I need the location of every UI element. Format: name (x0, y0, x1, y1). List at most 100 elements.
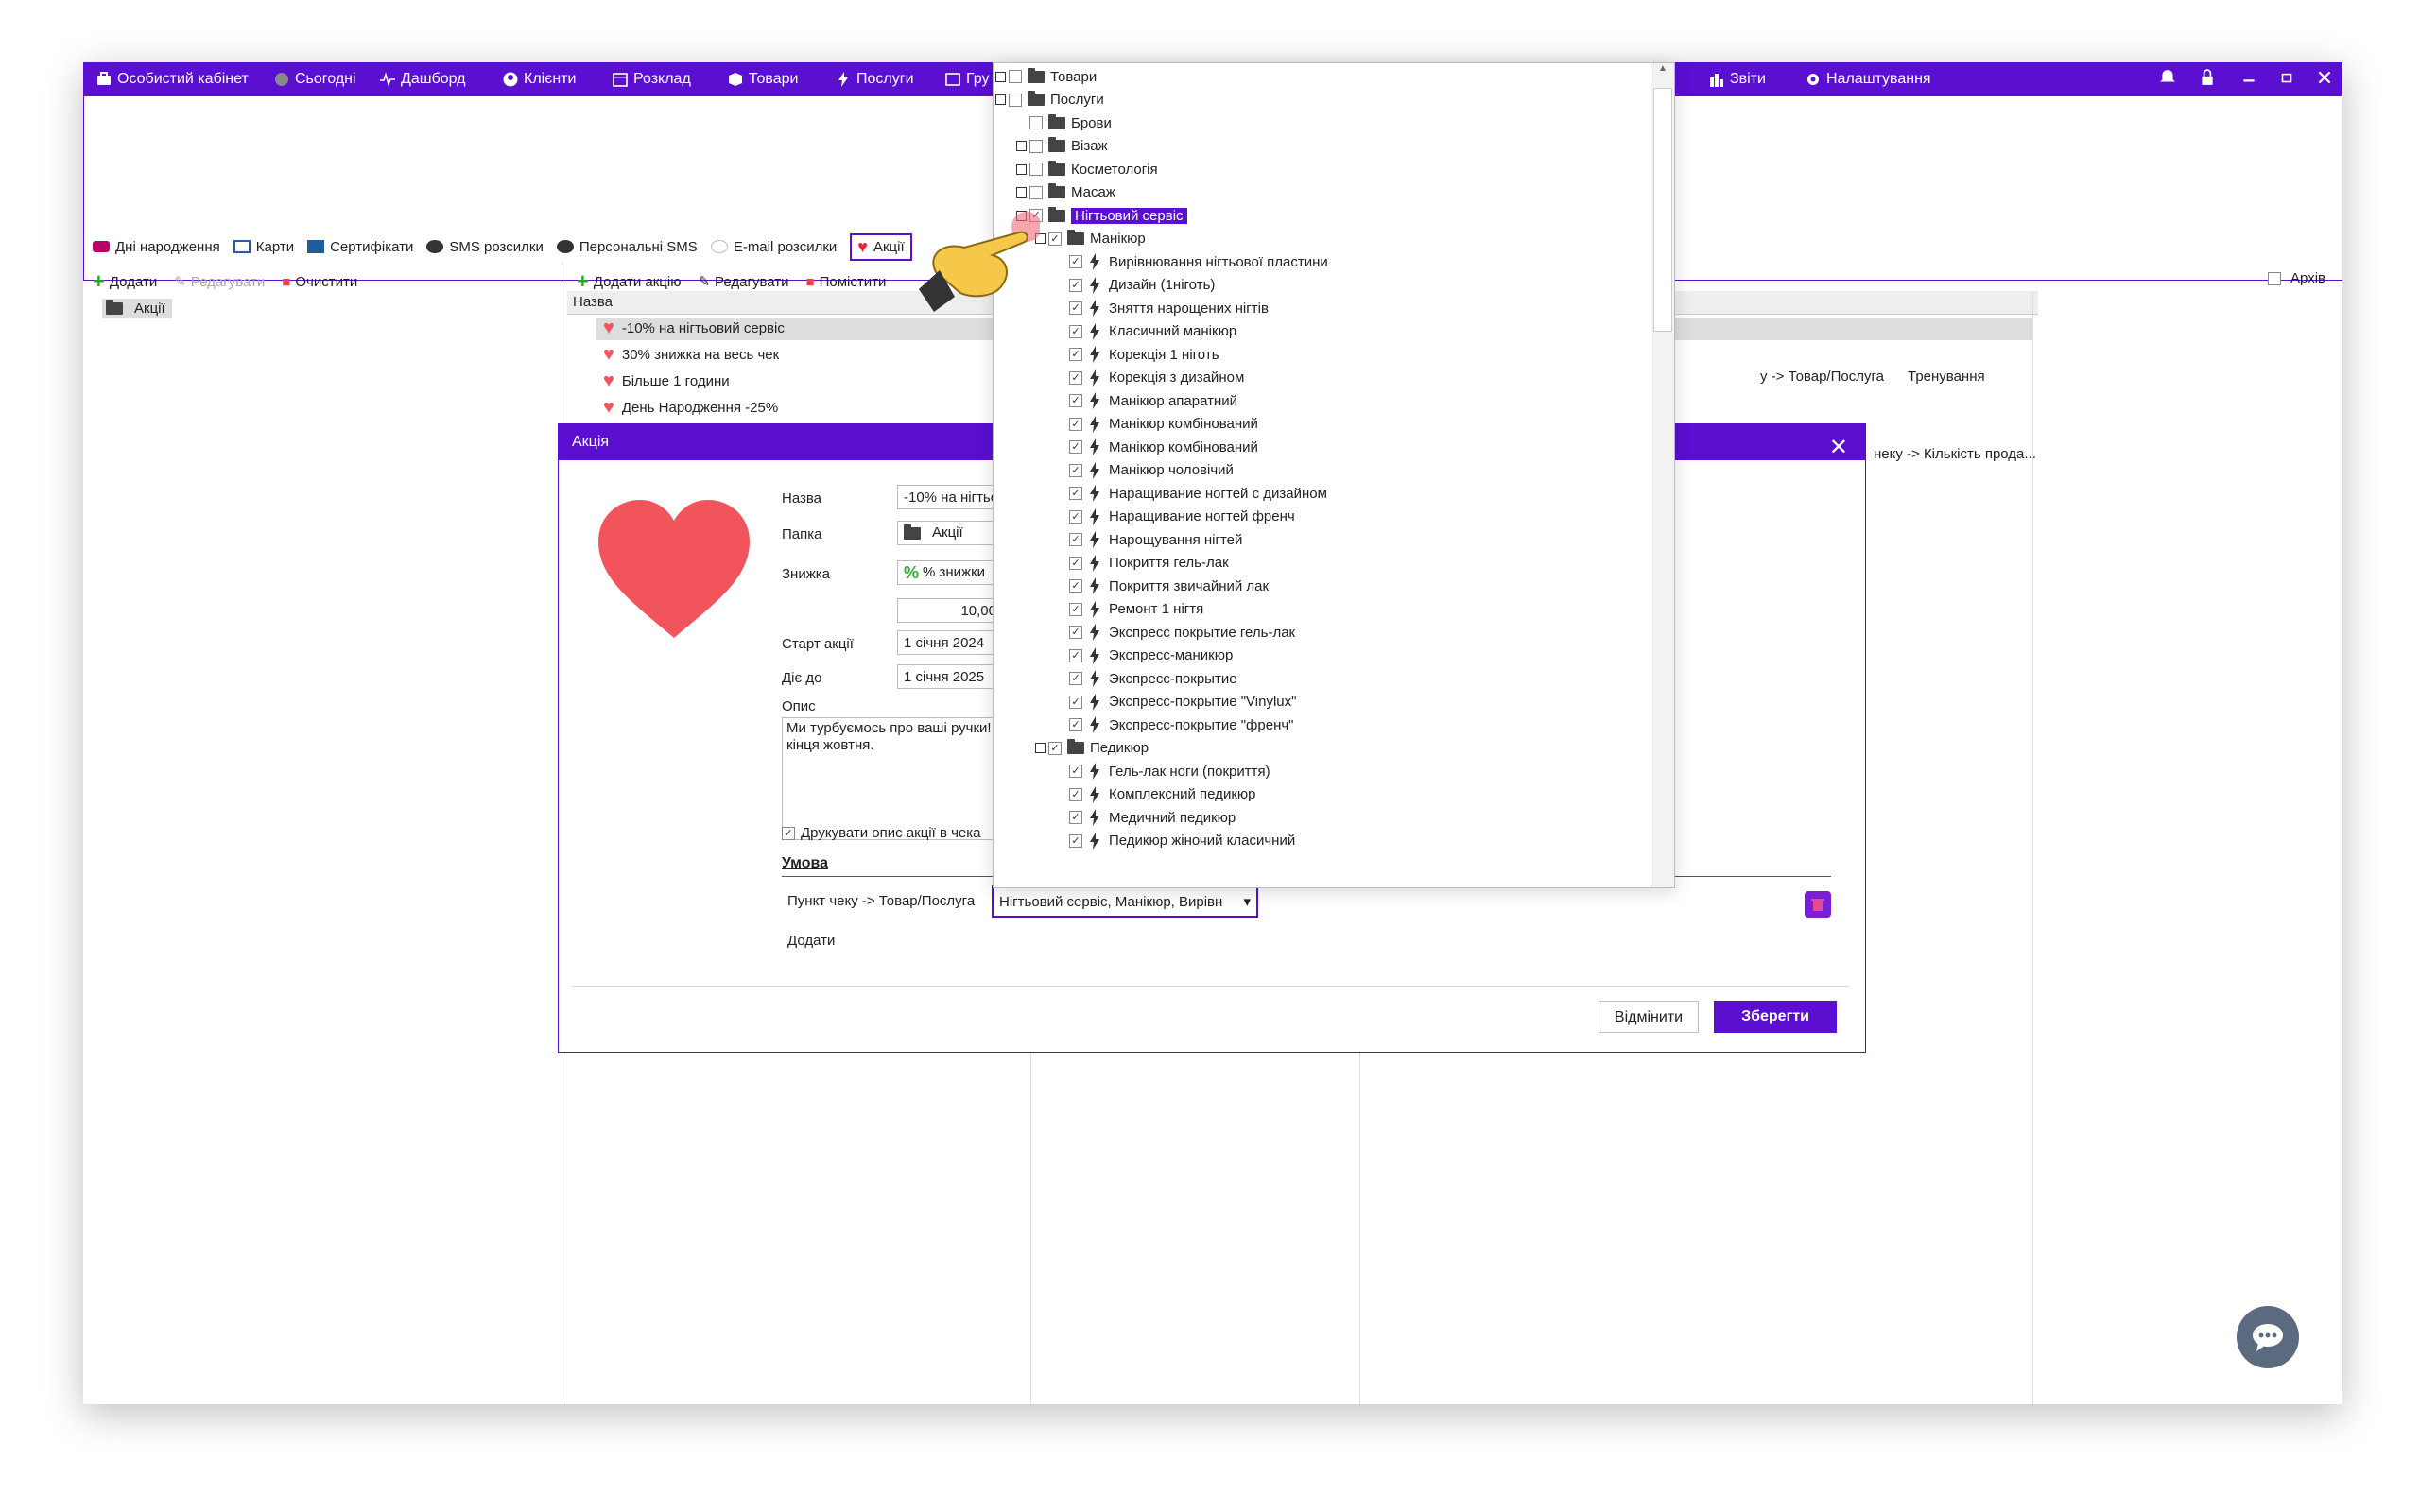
checkbox-checked[interactable]: ✓ (1069, 417, 1082, 431)
expand-toggle-icon[interactable] (995, 71, 1006, 82)
checkbox-checked[interactable]: ✓ (1069, 787, 1082, 801)
chat-support-button[interactable] (2237, 1306, 2299, 1368)
tree-leaf-service[interactable]: ✓ Дизайн (1ніготь) (1069, 274, 1215, 297)
nav-schedule[interactable]: Розклад (613, 71, 691, 88)
tab-email-mailings[interactable]: E-mail розсилки (710, 239, 837, 255)
checkbox-checked[interactable]: ✓ (1069, 626, 1082, 639)
tab-sms-mailings[interactable]: SMS розсилки (426, 239, 544, 255)
checkbox-checked[interactable]: ✓ (1069, 602, 1082, 616)
checkbox-checked[interactable]: ✓ (1048, 741, 1062, 755)
checkbox-checked[interactable]: ✓ (1069, 533, 1082, 546)
tree-node-manicure[interactable]: ✓ Манікюр (1035, 228, 1146, 250)
nav-goods[interactable]: Товари (728, 71, 798, 88)
expand-toggle-icon[interactable] (1016, 187, 1027, 198)
archive-checkbox[interactable]: Архів (2268, 270, 2325, 286)
tree-leaf-service[interactable]: ✓ Корекція з дизайном (1069, 367, 1244, 389)
clear-button[interactable]: ■ Очистити (282, 274, 357, 290)
discount-value-field[interactable]: 10,00 (897, 598, 1001, 623)
tree-node-service-folder[interactable]: Брови (1029, 112, 1112, 134)
checkbox-checked[interactable]: ✓ (1069, 487, 1082, 500)
checkbox-checked[interactable]: ✓ (1069, 811, 1082, 824)
checkbox-checked[interactable]: ✓ (1069, 463, 1082, 477)
tree-leaf-service[interactable]: ✓ Вирівнювання нігтьової пластини (1069, 250, 1328, 273)
save-button[interactable]: Зберегти (1714, 1001, 1837, 1033)
checkbox[interactable] (1029, 185, 1043, 199)
tree-leaf-service[interactable]: ✓ Экспресс-покрытие (1069, 667, 1237, 690)
expand-toggle-icon[interactable] (995, 94, 1006, 105)
checkbox[interactable] (1009, 70, 1022, 83)
close-icon[interactable] (2316, 69, 2333, 86)
checkbox-checked[interactable]: ✓ (1069, 301, 1082, 315)
condition-services-combo[interactable]: Нігтьовий сервіс, Манікюр, Вирівн ▾ (992, 885, 1258, 918)
nav-clients[interactable]: Клієнти (503, 71, 576, 88)
nav-groups[interactable]: Гру (945, 71, 989, 88)
scrollbar-thumb[interactable] (1653, 88, 1672, 332)
nav-dashboard[interactable]: Дашборд (380, 71, 466, 88)
checkbox-checked[interactable]: ✓ (1069, 394, 1082, 407)
checkbox[interactable] (1029, 163, 1043, 176)
bell-icon[interactable] (2159, 69, 2176, 86)
tree-leaf-service[interactable]: ✓ Экспресс-покрытие "френч" (1069, 713, 1294, 736)
tab-personal-sms[interactable]: Персональні SMS (556, 239, 698, 255)
restore-icon[interactable] (2278, 69, 2295, 86)
add-condition-link[interactable]: Додати (787, 933, 835, 949)
nav-personal-cabinet[interactable]: Особистий кабінет (96, 71, 249, 88)
checkbox-checked[interactable]: ✓ (1069, 833, 1082, 848)
checkbox-checked[interactable]: ✓ (1069, 718, 1082, 731)
expand-toggle-icon[interactable] (1016, 163, 1027, 175)
tree-node-services[interactable]: Послуги (995, 89, 1104, 112)
tree-node-service-folder[interactable]: Косметологія (1016, 158, 1158, 180)
list-item[interactable]: ♥ Більше 1 години (603, 369, 730, 393)
nav-today[interactable]: Сьогодні (274, 71, 356, 88)
dialog-close-icon[interactable]: ✕ (1829, 430, 1848, 466)
name-field[interactable]: -10% на нігтьо (897, 485, 1001, 509)
checkbox-checked[interactable]: ✓ (1069, 255, 1082, 268)
tree-node-service-folder[interactable]: Візаж (1016, 135, 1108, 158)
description-textarea[interactable]: Ми турбуємось про ваші ручки! кінця жовт… (782, 717, 1001, 840)
checkbox-checked[interactable]: ✓ (1069, 509, 1082, 524)
edit-folder-button[interactable]: ✎ Редагувати (174, 273, 265, 291)
tree-leaf-service[interactable]: ✓ Манікюр комбінований (1069, 413, 1258, 436)
add-folder-button[interactable]: + Додати (93, 269, 157, 294)
tree-leaf-service[interactable]: ✓ Наращивание ногтей френч (1069, 506, 1295, 528)
start-date-field[interactable]: 1 січня 2024 (897, 630, 1001, 655)
edit-promotion-button[interactable]: ✎ Редагувати (698, 273, 788, 291)
tree-node-goods[interactable]: Товари (995, 65, 1097, 88)
print-desc-checkbox[interactable]: ✓ Друкувати опис акції в чека (782, 825, 981, 841)
tab-certificates[interactable]: Сертифікати (307, 239, 413, 255)
tab-promotions[interactable]: ♥ Акції (850, 232, 912, 261)
lock-icon[interactable] (2199, 69, 2216, 86)
checkbox[interactable] (1009, 93, 1022, 107)
tree-leaf-service[interactable]: ✓ Покриття гель-лак (1069, 552, 1229, 575)
tree-leaf-service[interactable]: ✓ Манікюр апаратний (1069, 389, 1237, 412)
checkbox-checked[interactable]: ✓ (1069, 648, 1082, 662)
minimize-icon[interactable] (2240, 69, 2257, 86)
list-item[interactable]: ♥ -10% на нігтьовий сервіс (603, 316, 785, 340)
checkbox-checked[interactable]: ✓ (1069, 672, 1082, 685)
checkbox-checked[interactable]: ✓ (1069, 324, 1082, 338)
tree-leaf-service[interactable]: ✓ Экспресс покрытие гель-лак (1069, 621, 1295, 644)
checkbox-checked[interactable]: ✓ (1069, 278, 1082, 292)
tree-leaf-service[interactable]: ✓ Наращивание ногтей с дизайном (1069, 482, 1327, 505)
checkbox-checked[interactable]: ✓ (1069, 370, 1082, 385)
tree-leaf-service[interactable]: ✓ Класичний манікюр (1069, 320, 1236, 343)
cancel-button[interactable]: Відмінити (1599, 1001, 1699, 1033)
checkbox[interactable] (1029, 116, 1043, 129)
checkbox-checked[interactable]: ✓ (1069, 695, 1082, 709)
tab-cards[interactable]: Карти (233, 239, 294, 255)
expand-toggle-icon[interactable] (1016, 141, 1027, 151)
tree-leaf-service[interactable]: ✓ Медичний педикюр (1069, 806, 1236, 829)
discount-type-select[interactable]: %% знижки (897, 560, 1001, 585)
scroll-up-icon[interactable]: ▲ (1651, 63, 1674, 74)
expand-toggle-icon[interactable] (1035, 743, 1046, 753)
checkbox-checked[interactable]: ✓ (1069, 556, 1082, 570)
tree-node-service-folder[interactable]: Масаж (1016, 181, 1115, 204)
checkbox-checked[interactable]: ✓ (1069, 765, 1082, 778)
nav-settings[interactable]: Налаштування (1806, 71, 1931, 88)
tree-node-service-folder[interactable]: ✓Нігтьовий сервіс (1016, 204, 1187, 227)
checkbox-checked[interactable]: ✓ (1069, 348, 1082, 361)
nav-reports[interactable]: Звіти (1709, 71, 1766, 88)
scrollbar[interactable]: ▲ (1651, 63, 1674, 887)
checkbox-checked[interactable]: ✓ (1069, 440, 1082, 454)
list-item[interactable]: ♥ 30% знижка на весь чек (603, 342, 779, 367)
